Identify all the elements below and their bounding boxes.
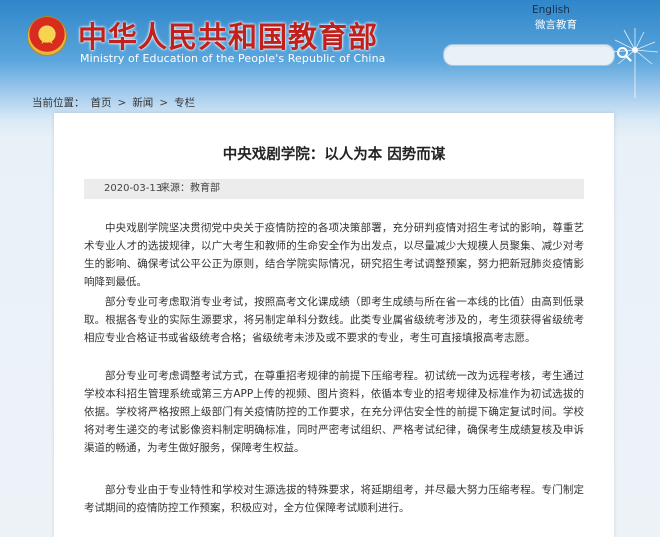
national-emblem-icon[interactable] <box>28 17 66 55</box>
article-source: 来源：教育部 <box>160 183 220 194</box>
weiyan-link[interactable]: 微言教育 <box>535 17 577 32</box>
breadcrumb-separator: > <box>159 97 169 109</box>
article-meta-bar: 2020-03-13 来源：教育部 <box>84 179 584 199</box>
breadcrumb-separator: > <box>117 97 127 109</box>
site-title-en: Ministry of Education of the People's Re… <box>80 52 386 65</box>
english-link[interactable]: English <box>532 4 570 16</box>
article-paragraph: 部分专业可考虑取消专业考试，按照高考文化课成绩（即考生成绩与所在省一本线的比值）… <box>84 296 584 344</box>
breadcrumb: 当前位置： 首页 > 新闻 > 专栏 <box>32 95 201 110</box>
site-header: 中华人民共和国教育部 Ministry of Education of the … <box>0 0 660 98</box>
breadcrumb-home[interactable]: 首页 <box>91 97 112 109</box>
search-input[interactable] <box>443 44 615 66</box>
breadcrumb-column[interactable]: 专栏 <box>174 97 195 109</box>
article-paragraph: 部分专业由于专业特性和学校对生源选拔的特殊要求，将延期组考，并尽最大努力压缩考程… <box>84 484 584 514</box>
breadcrumb-prefix: 当前位置： <box>32 97 85 109</box>
article-title: 中央戏剧学院：以人为本 因势而谋 <box>222 147 446 163</box>
article-paragraph: 部分专业可考虑调整考试方式，在尊重招考规律的前提下压缩考程。初试统一改为远程考核… <box>84 370 584 454</box>
article-date: 2020-03-13 <box>104 183 163 194</box>
site-title-cn[interactable]: 中华人民共和国教育部 <box>78 14 378 56</box>
article-panel: 中央戏剧学院：以人为本 因势而谋 2020-03-13 来源：教育部 中央戏剧学… <box>54 113 614 537</box>
breadcrumb-news[interactable]: 新闻 <box>132 97 153 109</box>
dandelion-icon <box>611 28 659 98</box>
article-paragraph: 中央戏剧学院坚决贯彻党中央关于疫情防控的各项决策部署，充分研判疫情对招生考试的影… <box>84 222 584 288</box>
